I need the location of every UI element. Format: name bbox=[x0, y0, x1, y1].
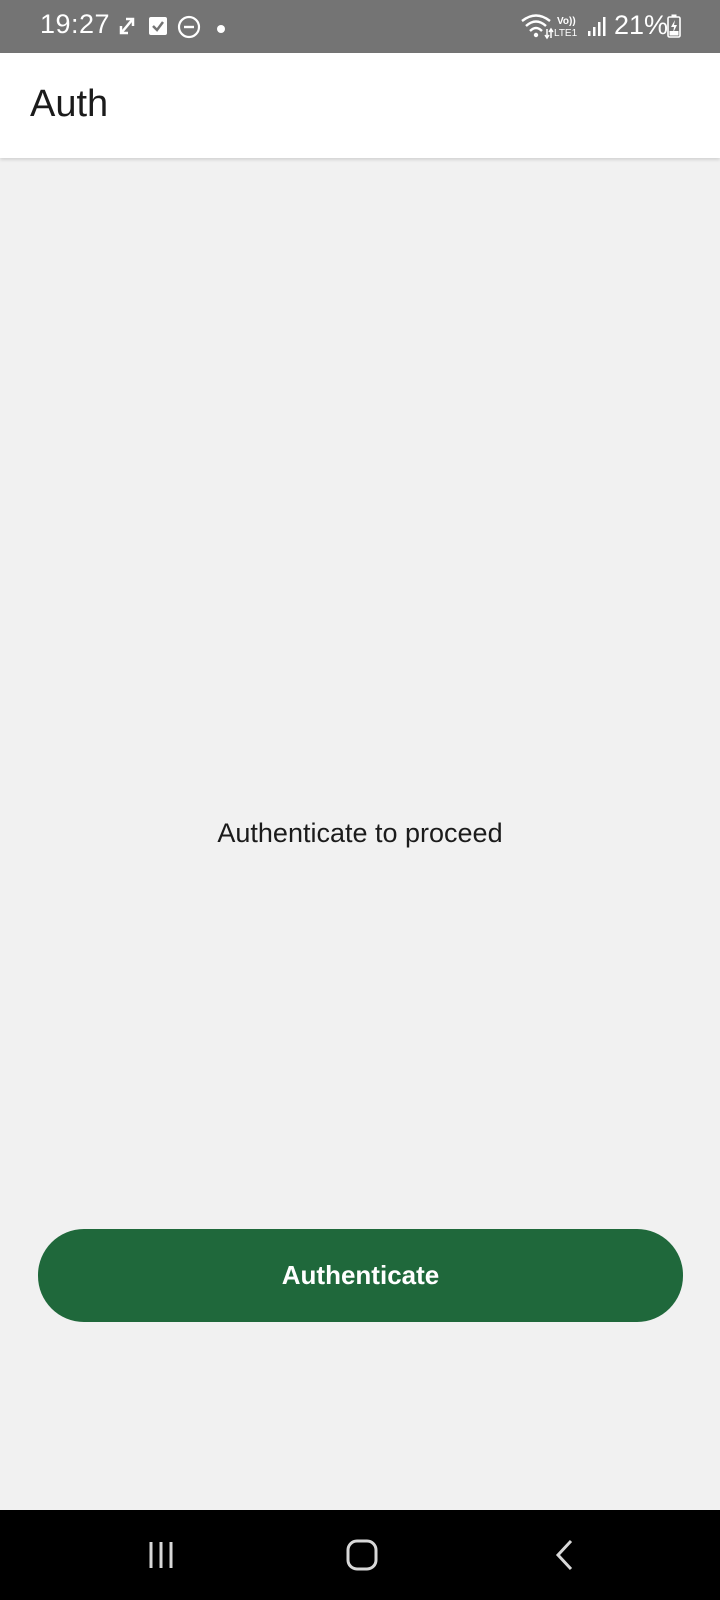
volte-lte-icon: Vo)) LTE1 bbox=[553, 13, 583, 39]
battery-charging-icon bbox=[667, 14, 681, 38]
sync-icon bbox=[116, 14, 138, 38]
page-title: Auth bbox=[30, 83, 109, 125]
authenticate-button[interactable]: Authenticate bbox=[38, 1229, 683, 1322]
status-bar: 19:27 Vo)) LTE1 21% bbox=[0, 0, 720, 53]
wifi-icon bbox=[520, 12, 554, 40]
svg-text:Vo)): Vo)) bbox=[557, 16, 576, 27]
status-time: 19:27 bbox=[40, 9, 111, 39]
check-icon bbox=[148, 15, 168, 37]
battery-percent: 21% bbox=[614, 10, 669, 40]
app-bar: Auth bbox=[0, 53, 720, 158]
auth-screen: 19:27 Vo)) LTE1 21% Auth Authenticate to… bbox=[0, 0, 720, 1600]
signal-icon bbox=[586, 14, 608, 38]
back-icon[interactable] bbox=[540, 1530, 590, 1580]
recents-icon[interactable] bbox=[136, 1530, 186, 1580]
home-icon[interactable] bbox=[337, 1530, 387, 1580]
dnd-icon bbox=[177, 15, 201, 39]
dot-icon bbox=[216, 21, 226, 33]
navigation-bar bbox=[0, 1510, 720, 1600]
svg-text:LTE1: LTE1 bbox=[554, 28, 578, 39]
authenticate-button-label: Authenticate bbox=[281, 1260, 440, 1290]
auth-prompt-text: Authenticate to proceed bbox=[217, 818, 503, 848]
